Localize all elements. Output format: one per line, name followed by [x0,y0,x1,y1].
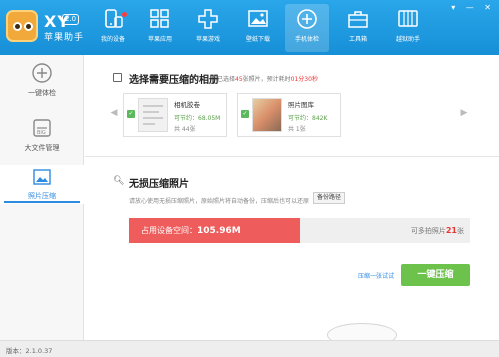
search-icon: 🔍︎ [113,176,125,186]
active-indicator [4,201,80,203]
sidebar-item-large-files[interactable]: BIG 大文件管理 [0,110,84,165]
nav-apple-games[interactable]: 苹果游戏 [186,4,230,52]
album-section-icon [113,73,122,82]
plus-circle-icon [30,62,54,84]
nav-wallpaper[interactable]: 壁纸下载 [236,4,280,52]
nav-phone-checkup[interactable]: 手机体检 [285,4,329,52]
album-section-title: 选择需要压缩的相册 [129,75,219,86]
nav-apple-apps[interactable]: 苹果应用 [138,4,182,52]
album-card-photo-library[interactable]: ✓ 照片图库 可节约：842K 共 1张 [237,93,341,137]
check-icon[interactable]: ✓ [241,110,249,118]
sidebar: 一键体检 BIG 大文件管理 照片压缩 [0,55,84,340]
scroll-left-button[interactable]: ◀ [109,93,119,133]
compress-button[interactable]: 一键压缩 [401,264,470,286]
app-window: XY 2.0 苹果助手 我的设备 苹果应用 苹果游戏 壁纸下载 手机体检 工具箱… [0,0,499,357]
jailbreak-icon [396,8,420,30]
photo-icon [30,167,54,189]
backup-path-button[interactable]: 备份路径 [313,192,346,204]
file-box-icon: BIG [30,117,54,139]
nav-jailbreak[interactable]: 越狱助手 [386,4,430,52]
app-subtitle: 苹果助手 [44,33,85,43]
top-toolbar: XY 2.0 苹果助手 我的设备 苹果应用 苹果游戏 壁纸下载 手机体检 工具箱… [0,0,499,55]
album-count: 共 1张 [288,126,306,133]
notification-dot [122,12,127,17]
sidebar-item-photo-compress[interactable]: 照片压缩 [0,165,84,204]
storage-used-label: 占用设备空间：105.96M [141,226,241,236]
nav-my-device[interactable]: 我的设备 [91,4,135,52]
main-panel: 选择需要压缩的相册 已选择45张照片，预计耗时01分30秒 ◀ ✓ 相机胶卷 可… [85,55,499,347]
album-count: 共 44张 [174,126,196,133]
status-bar: 版本：2.1.0.37 [0,340,499,357]
games-cross-icon [196,8,220,30]
check-icon[interactable]: ✓ [127,110,135,118]
version-badge: 2.0 [62,14,80,25]
apps-grid-icon [148,8,172,30]
compress-section-title: 无损压缩照片 [129,179,189,190]
selection-status: 已选择45张照片，预计耗时01分30秒 [217,76,318,83]
toolbox-icon [346,8,370,30]
version-label: 版本：2.1.0.37 [6,347,53,355]
sidebar-item-one-click-checkup[interactable]: 一键体检 [0,55,84,110]
album-savings: 可节约：68.05M [174,115,221,122]
plus-circle-icon [295,8,319,30]
storage-usage-bar: 占用设备空间：105.96M 可多拍照片21张 [129,218,470,243]
album-name: 相机胶卷 [174,101,200,109]
picture-icon [246,8,270,30]
album-thumbnail [138,98,168,132]
device-icon [101,8,125,30]
album-savings: 可节约：842K [288,115,328,122]
svg-text:BIG: BIG [37,130,46,136]
nav-toolbox[interactable]: 工具箱 [336,4,380,52]
album-thumbnail [252,98,282,132]
extra-photos-label: 可多拍照片21张 [410,226,464,235]
window-controls[interactable]: ▾ — ✕ [451,3,495,12]
scroll-right-button[interactable]: ▶ [459,93,469,133]
album-card-camera-roll[interactable]: ✓ 相机胶卷 可节约：68.05M 共 44张 [123,93,227,137]
section-divider [85,156,499,157]
app-logo [6,10,38,42]
compress-note: 请放心使用无损压缩照片，原始照片将自动备份，压缩后也可以还原 [129,198,310,205]
album-name: 照片图库 [288,101,314,109]
try-one-link[interactable]: 压缩一张试试 [358,271,394,280]
